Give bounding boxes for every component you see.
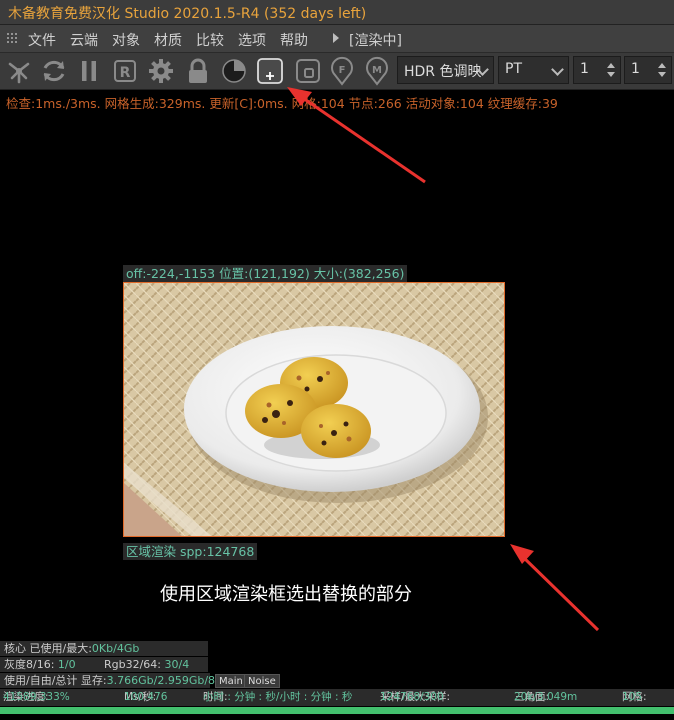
kernel-select[interactable]: PT [498, 56, 569, 84]
lock-icon[interactable] [183, 56, 213, 86]
tag-main[interactable]: Main [215, 674, 247, 688]
menu-grip-icon[interactable] [6, 32, 18, 44]
menu-compare[interactable]: 比较 [196, 30, 224, 50]
spin-down-icon[interactable] [607, 72, 615, 77]
spin-field-2[interactable]: 1 [624, 56, 672, 84]
caption-text: 使用区域渲染框选出替换的部分 [160, 584, 412, 605]
rgb-value: 30/4 [164, 658, 190, 671]
window-title: 木备教育免费汉化 Studio 2020.1.5-R4 (352 days le… [8, 6, 367, 22]
menu-material[interactable]: 材质 [154, 30, 182, 50]
render-image [124, 283, 504, 536]
tone-map-select[interactable]: HDR 色调映 [397, 56, 494, 84]
pause-icon[interactable] [74, 56, 104, 86]
chevron-down-icon [551, 63, 564, 76]
settings-gear-icon[interactable] [146, 56, 176, 86]
info-core-row: 核心 已使用/最大:0Kb/4Gb [0, 641, 208, 656]
rgb-label: Rgb32/64: [104, 658, 162, 671]
region-render-frame[interactable] [123, 282, 505, 537]
menu-options[interactable]: 选项 [238, 30, 266, 50]
status-bar: 渲染进度: 41589.333% Ms/秒: 100.476 时间: 小时 : … [0, 689, 674, 706]
gray-label: 灰度8/16: [4, 658, 55, 671]
mem-label: 使用/自由/总计 显存: [4, 674, 107, 687]
spin-value-1: 1 [580, 61, 589, 77]
core-label: 核心 已使用/最大: [4, 642, 92, 655]
material-sphere-icon[interactable] [219, 56, 249, 86]
menu-help[interactable]: 帮助 [280, 30, 308, 50]
render-progress-bar [0, 707, 674, 714]
progress-value: 41589.333% [3, 691, 70, 703]
tri-value: 20k/3.049m [514, 691, 578, 703]
focus-pick-icon[interactable]: F [327, 56, 357, 86]
mem-value: 3.766Gb/2.959Gb/8Gb [106, 674, 231, 687]
gray-value: 1/0 [57, 658, 76, 671]
arrow-to-region-frame [510, 544, 600, 632]
menu-expand-arrow-icon[interactable] [333, 33, 339, 43]
region-spp-label: 区域渲染 spp:124768 [123, 543, 258, 560]
refresh-icon[interactable] [39, 56, 69, 86]
tag-noise[interactable]: Noise [244, 674, 280, 688]
toolbar: R F M HDR 色调映 PT 1 1 [0, 53, 674, 90]
region-render-icon[interactable] [255, 56, 285, 86]
spin-up-icon[interactable] [658, 63, 666, 68]
render-status: [渲染中] [349, 33, 402, 49]
reset-r-icon[interactable]: R [110, 56, 140, 86]
render-stats-line: 检查:1ms./3ms. 网格生成:329ms. 更新[C]:0ms. 网格:1… [6, 96, 558, 111]
info-memory-row: 使用/自由/总计 显存:3.766Gb/2.959Gb/8Gb [0, 673, 231, 688]
svg-text:F: F [339, 65, 346, 76]
kernel-value: PT [505, 61, 522, 77]
info-texture-row: 灰度8/16: 1/0 Rgb32/64: 30/4 [0, 657, 208, 672]
svg-text:M: M [372, 65, 382, 76]
ms-value: 100.476 [124, 691, 168, 703]
menu-bar: 文件 云端 对象 材质 比较 选项 帮助 [渲染中] [0, 25, 674, 53]
material-pick-icon[interactable]: M [362, 56, 392, 86]
menu-file[interactable]: 文件 [28, 30, 56, 50]
title-bar: 木备教育免费汉化 Studio 2020.1.5-R4 (352 days le… [0, 0, 674, 25]
time-value: 小时 : 分钟 : 秒/小时 : 分钟 : 秒 [203, 691, 353, 703]
rgb-group: Rgb32/64: 30/4 [104, 657, 189, 672]
samples-value: 124768/300 [380, 691, 444, 703]
menu-cloud[interactable]: 云端 [70, 30, 98, 50]
core-value: 0Kb/4Gb [91, 642, 140, 655]
svg-text:R: R [120, 65, 131, 81]
pin-icon[interactable] [4, 56, 34, 86]
spin-field-1[interactable]: 1 [573, 56, 621, 84]
mesh-value: 105 [622, 691, 643, 703]
tone-map-value: HDR 色调映 [404, 64, 482, 80]
region-info-label: off:-224,-1153 位置:(121,192) 大小:(382,256) [123, 265, 408, 282]
menu-object[interactable]: 对象 [112, 30, 140, 50]
spin-down-icon[interactable] [658, 72, 666, 77]
focus-region-icon[interactable] [293, 56, 323, 86]
render-progress-fill [0, 707, 674, 714]
spin-value-2: 1 [631, 61, 640, 77]
spin-up-icon[interactable] [607, 63, 615, 68]
